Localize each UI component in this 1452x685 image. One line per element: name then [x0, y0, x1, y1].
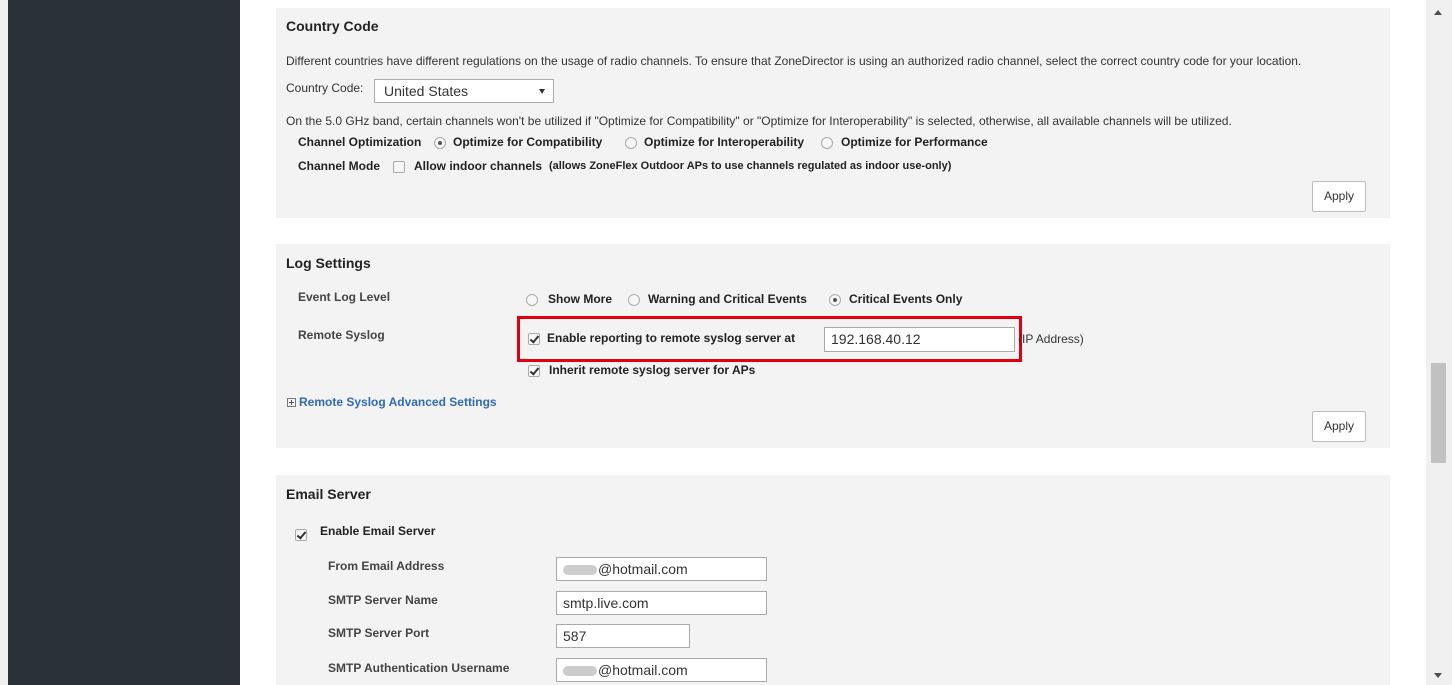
chevron-down-icon — [539, 89, 545, 94]
redacted-username — [563, 666, 597, 677]
enable-email-label: Enable Email Server — [320, 524, 436, 538]
country-code-title: Country Code — [286, 18, 379, 34]
scroll-up-arrow-icon[interactable] — [1434, 10, 1442, 15]
smtp-server-port-label: SMTP Server Port — [328, 626, 430, 640]
radio-optimize-interoperability[interactable] — [625, 137, 637, 149]
remote-syslog-label: Remote Syslog — [298, 328, 385, 342]
redacted-username — [563, 565, 597, 576]
event-log-level-label: Event Log Level — [298, 290, 391, 304]
smtp-server-name-label: SMTP Server Name — [328, 593, 438, 607]
remote-syslog-advanced-link[interactable]: Remote Syslog Advanced Settings — [299, 395, 497, 409]
critical-only-label: Critical Events Only — [849, 292, 963, 306]
country-code-panel: Country Code Different countries have di… — [276, 8, 1390, 218]
expand-plus-icon[interactable] — [287, 398, 296, 407]
country-code-label: Country Code: — [286, 81, 364, 95]
log-settings-apply-button[interactable]: Apply — [1312, 411, 1366, 442]
smtp-auth-username-input[interactable]: @hotmail.com — [556, 658, 767, 682]
log-settings-panel: Log Settings Event Log Level Show More W… — [276, 244, 1390, 448]
optimize-performance-label: Optimize for Performance — [841, 135, 988, 149]
enable-reporting-checkbox[interactable] — [528, 333, 540, 345]
country-code-selected: United States — [384, 83, 469, 99]
warning-critical-label: Warning and Critical Events — [648, 292, 807, 306]
ip-address-hint: (IP Address) — [1018, 332, 1084, 346]
syslog-server-input[interactable]: 192.168.40.12 — [824, 327, 1015, 352]
optimize-interoperability-label: Optimize for Interoperability — [644, 135, 805, 149]
smtp-server-port-input[interactable]: 587 — [556, 624, 690, 648]
sidebar — [8, 0, 240, 685]
main-content: Country Code Different countries have di… — [240, 0, 1426, 685]
inherit-syslog-label: Inherit remote syslog server for APs — [549, 363, 756, 377]
email-server-title: Email Server — [286, 486, 371, 502]
country-code-select[interactable]: United States — [374, 79, 554, 103]
inherit-syslog-checkbox[interactable] — [528, 365, 540, 377]
radio-optimize-performance[interactable] — [821, 137, 833, 149]
scroll-down-arrow-icon[interactable] — [1434, 673, 1442, 678]
vertical-scrollbar[interactable] — [1426, 0, 1452, 685]
show-more-label: Show More — [548, 292, 613, 306]
enable-email-checkbox[interactable] — [295, 529, 307, 541]
optimize-compatibility-label: Optimize for Compatibility — [453, 135, 603, 149]
radio-warning-critical[interactable] — [628, 294, 640, 306]
window-edge — [0, 0, 8, 685]
enable-reporting-label: Enable reporting to remote syslog server… — [547, 331, 796, 345]
country-code-description: Different countries have different regul… — [286, 54, 1302, 68]
allow-indoor-label: Allow indoor channels — [414, 159, 543, 173]
log-settings-title: Log Settings — [286, 255, 371, 271]
channel-optimization-label: Channel Optimization — [298, 135, 422, 149]
email-server-panel: Email Server Enable Email Server From Em… — [276, 475, 1390, 685]
radio-show-more[interactable] — [526, 294, 538, 306]
country-code-apply-button[interactable]: Apply — [1312, 181, 1366, 212]
from-email-input[interactable]: @hotmail.com — [556, 557, 767, 581]
smtp-server-name-input[interactable]: smtp.live.com — [556, 591, 767, 615]
allow-indoor-checkbox[interactable] — [393, 161, 405, 173]
band-note: On the 5.0 GHz band, certain channels wo… — [286, 114, 1232, 128]
from-email-label: From Email Address — [328, 559, 445, 573]
smtp-auth-username-label: SMTP Authentication Username — [328, 661, 510, 675]
radio-critical-only[interactable] — [829, 294, 841, 306]
channel-mode-label: Channel Mode — [298, 159, 381, 173]
radio-optimize-compatibility[interactable] — [434, 137, 446, 149]
allow-indoor-note: (allows ZoneFlex Outdoor APs to use chan… — [549, 160, 952, 172]
scroll-thumb[interactable] — [1431, 363, 1446, 463]
